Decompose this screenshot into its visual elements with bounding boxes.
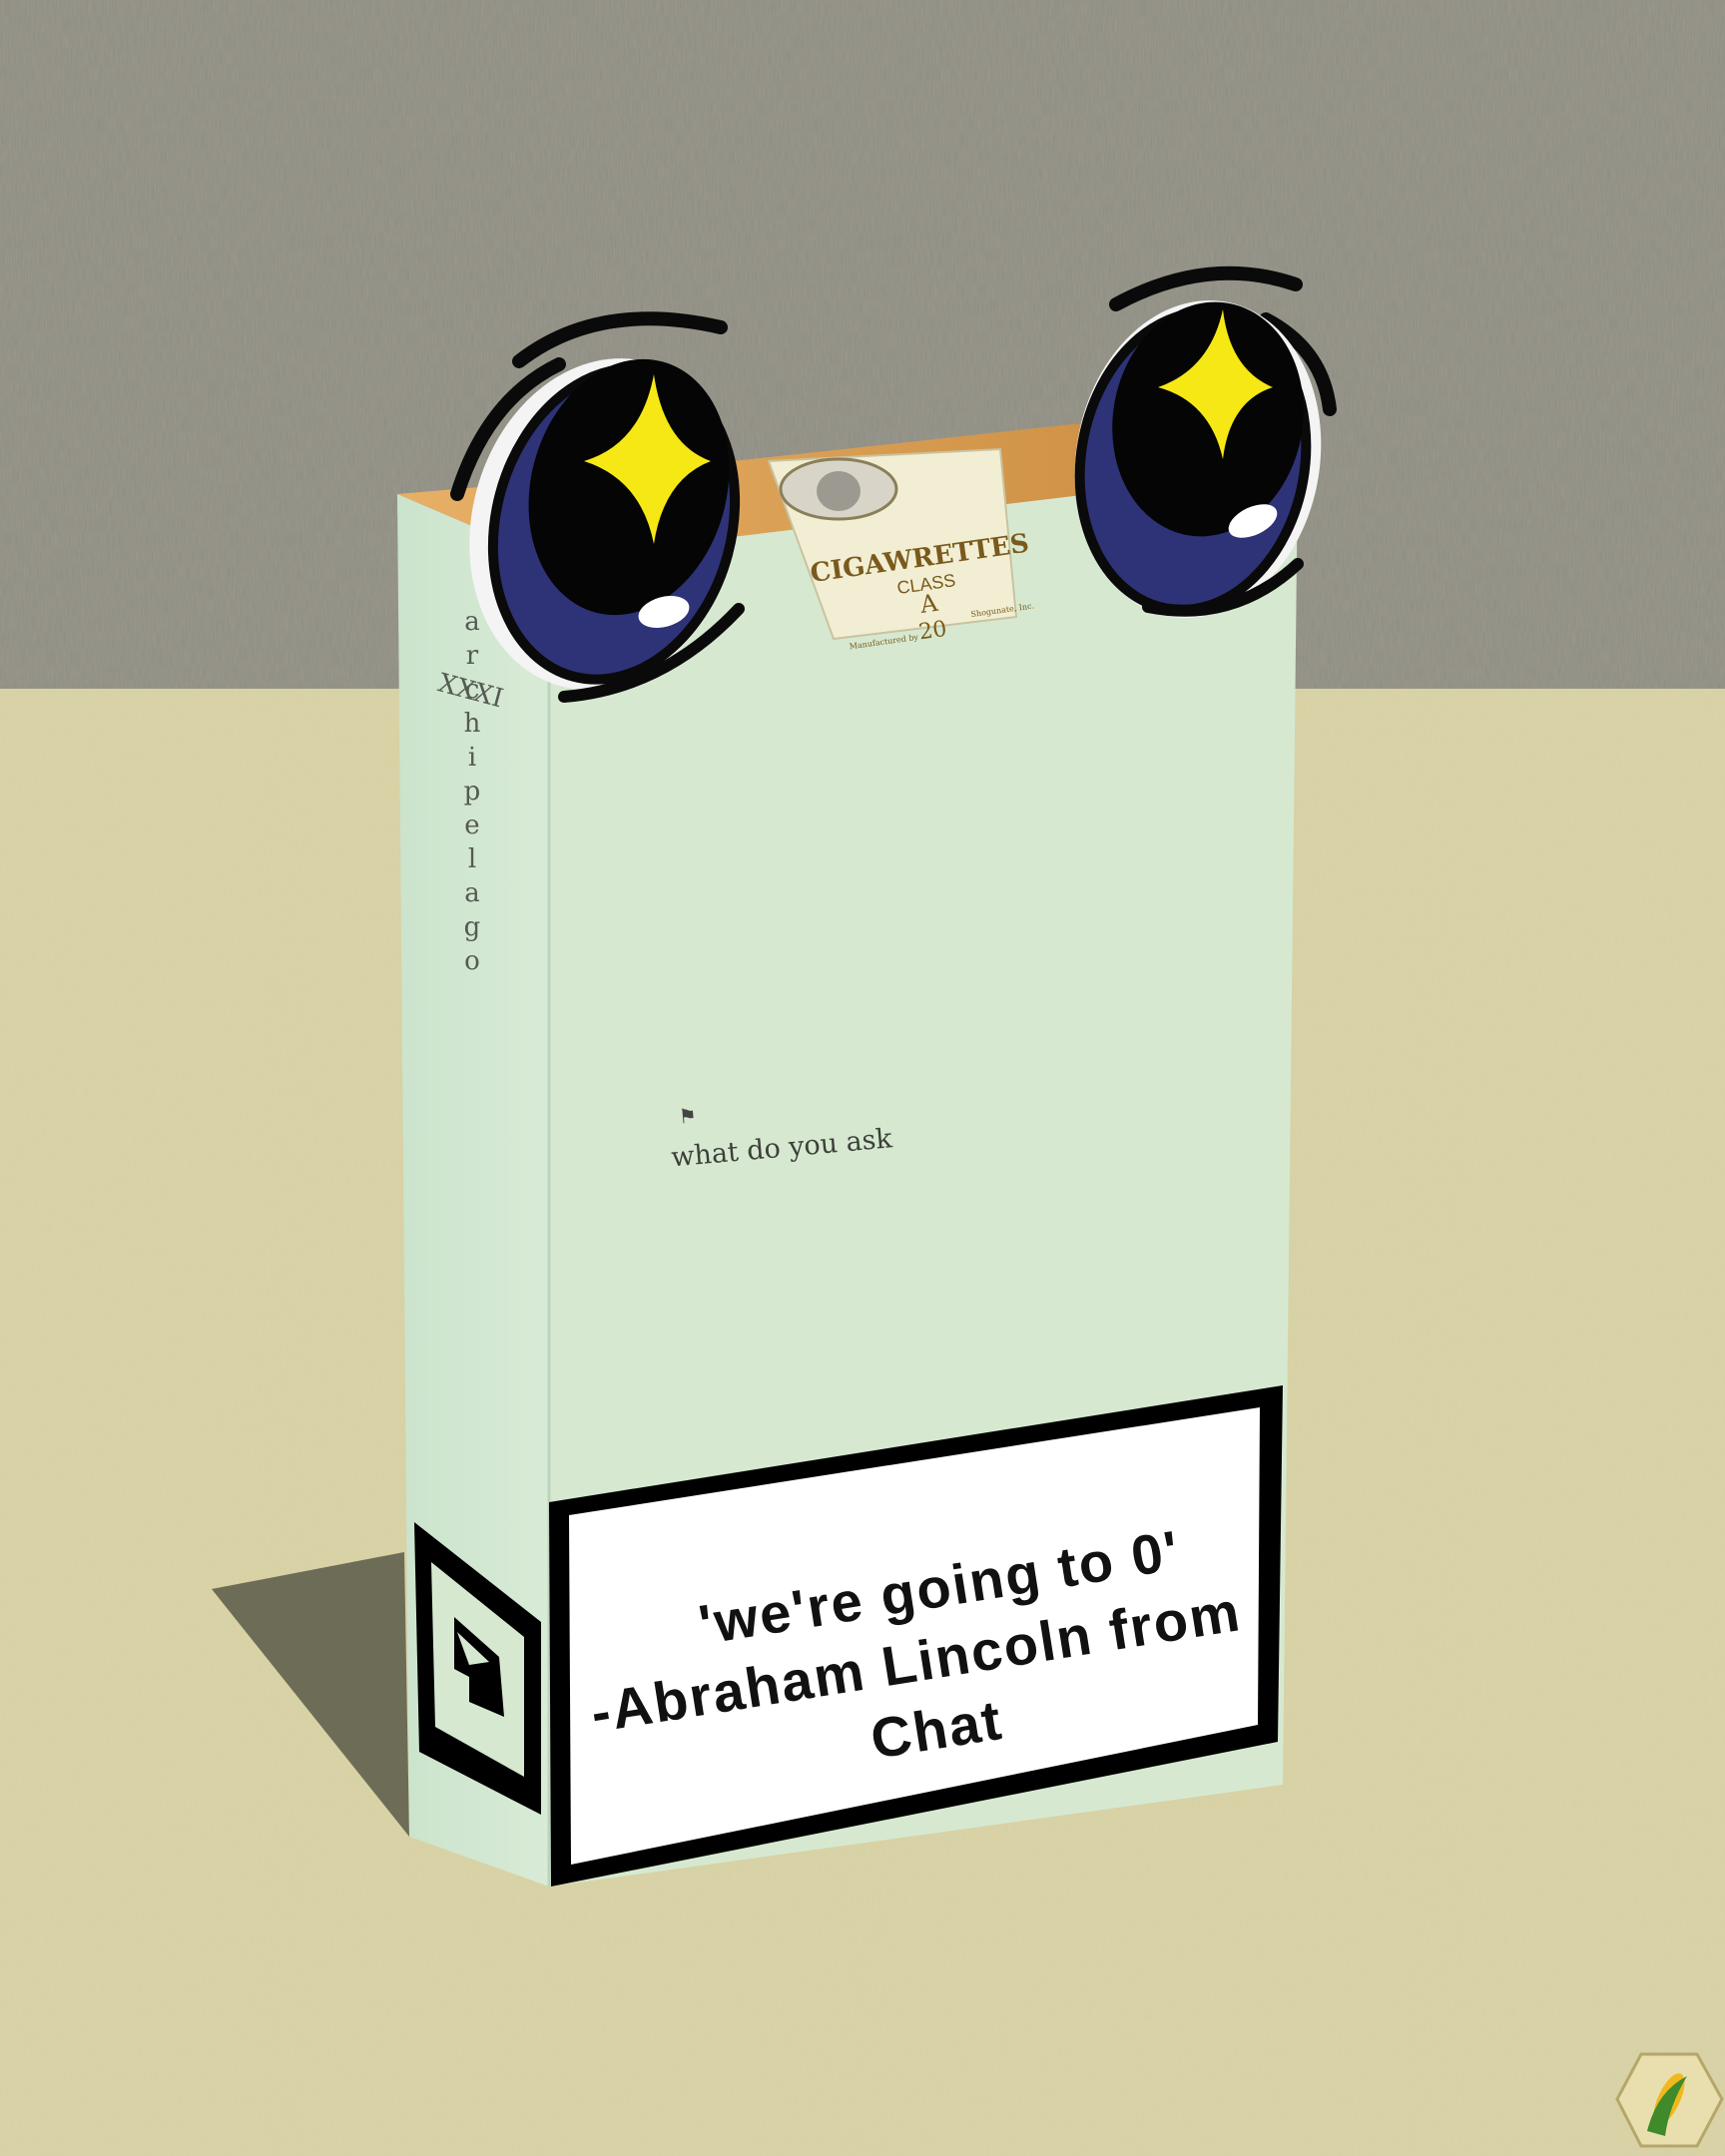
artwork-scene: CIGAWRETTES CLASS A 20 Manufactured by S… bbox=[0, 0, 1725, 2156]
artwork-canvas: CIGAWRETTES CLASS A 20 Manufactured by S… bbox=[0, 0, 1725, 2156]
portrait-face bbox=[817, 471, 861, 511]
tiny-flag-icon: ⚑ bbox=[678, 1105, 698, 1128]
spine-word: archipelago bbox=[457, 607, 487, 980]
stamp-count: 20 bbox=[917, 617, 948, 646]
